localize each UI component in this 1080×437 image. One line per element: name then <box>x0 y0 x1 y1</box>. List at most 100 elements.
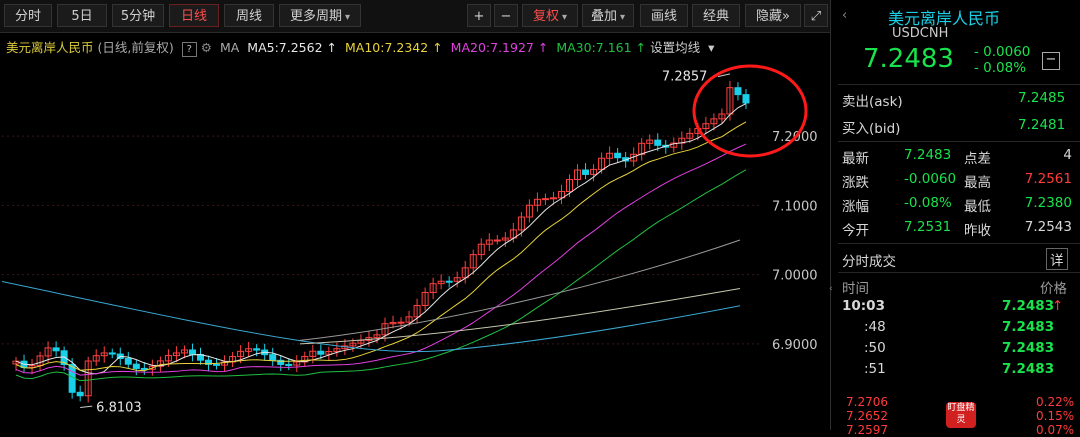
candle-body <box>493 239 501 242</box>
quote-panel: ‹ 美元离岸人民币 USDCNH 7.2483 - 0.0060 - 0.08%… <box>838 0 1080 437</box>
hide-label: 隐藏 <box>756 9 783 24</box>
stat-label: 今开 <box>842 223 869 239</box>
candle-body <box>541 198 549 201</box>
candle-body <box>132 363 140 369</box>
overlay-label: 叠加 <box>590 9 617 24</box>
zoom-out-button[interactable]: − <box>494 4 518 27</box>
fullscreen-icon[interactable]: ⤢ <box>804 4 828 27</box>
overlay-dropdown[interactable]: 叠加 <box>582 4 634 27</box>
stat-label: 最低 <box>964 199 991 215</box>
bid-label: 买入(bid) <box>842 121 901 137</box>
mini-pct: 0.07% <box>1036 423 1075 437</box>
candle-body <box>445 280 453 283</box>
ticks-detail-button[interactable]: 详 <box>1046 248 1068 270</box>
candle-body <box>397 321 405 324</box>
candle-body <box>140 367 148 370</box>
high-label: 7.2857 <box>662 70 708 85</box>
ticks-col-price: 价格 <box>1040 281 1067 297</box>
y-tick-label: 7.1000 <box>772 199 818 214</box>
tick-time: :48 <box>864 319 886 335</box>
ask-value: 7.2485 <box>1018 90 1066 106</box>
stock-chart-app: 分时 5日 5分钟 日线 周线 更多周期 + − 复权 叠加 画线 经典 隐藏»… <box>0 0 1080 437</box>
collapse-left-icon[interactable]: ‹ <box>829 276 837 302</box>
candle-body <box>213 363 221 366</box>
divider <box>838 272 1080 273</box>
mini-price: 7.2597 <box>846 423 888 437</box>
stat-value: -0.0060 <box>904 171 957 187</box>
ma5-line <box>15 103 747 375</box>
ticks-title: 分时成交 <box>842 254 896 270</box>
up-arrow-icon: ↑ <box>1052 298 1064 314</box>
period-tab-intraday[interactable]: 分时 <box>4 4 52 27</box>
candle-body <box>188 349 196 355</box>
divider <box>838 243 1080 244</box>
more-periods-dropdown[interactable]: 更多周期 <box>279 4 361 27</box>
candle-body <box>253 348 261 351</box>
hide-button[interactable]: 隐藏» <box>745 4 801 27</box>
tick-time: :51 <box>864 361 886 377</box>
adjust-dropdown[interactable]: 复权 <box>522 4 578 27</box>
zoom-in-button[interactable]: + <box>467 4 491 27</box>
stat-value: 7.2380 <box>1024 195 1072 211</box>
candle-body <box>285 363 293 366</box>
stat-label: 点差 <box>964 151 991 167</box>
candle-body <box>582 169 590 175</box>
low-pointer <box>80 405 93 409</box>
stat-label: 最高 <box>964 175 991 191</box>
tick-price: 7.2483 <box>1002 319 1055 335</box>
candle-body <box>52 347 60 352</box>
divider <box>838 84 1080 85</box>
draw-line-button[interactable]: 画线 <box>640 4 688 27</box>
tick-price: 7.2483 <box>1002 340 1055 356</box>
tick-price: 7.2483 <box>1002 361 1055 377</box>
ma20-line <box>15 143 747 376</box>
mini-pct: 0.22% <box>1036 395 1075 409</box>
candlestick-chart[interactable]: 7.20007.10007.00006.90007.28576.8103 <box>0 33 830 430</box>
period-tab-daily[interactable]: 日线 <box>169 4 219 27</box>
panel-divider[interactable] <box>830 0 831 430</box>
back-icon[interactable]: ‹ <box>842 8 847 23</box>
ticks-col-time: 时间 <box>842 281 869 297</box>
highlight-circle <box>692 64 808 158</box>
period-tab-5min[interactable]: 5分钟 <box>112 4 164 27</box>
period-tab-5day[interactable]: 5日 <box>57 4 107 27</box>
ma30-line <box>15 169 747 382</box>
minimize-icon[interactable]: − <box>1042 52 1060 70</box>
candle-body <box>317 350 325 355</box>
stat-value: -0.08% <box>904 195 952 211</box>
stat-label: 涨幅 <box>842 199 869 215</box>
forward-icon: » <box>782 9 790 24</box>
stat-value: 7.2561 <box>1024 171 1072 187</box>
ask-label: 卖出(ask) <box>842 94 903 110</box>
y-tick-label: 6.9000 <box>772 338 818 353</box>
period-tab-weekly[interactable]: 周线 <box>224 4 274 27</box>
ma-long-line <box>299 287 741 345</box>
candle-body <box>742 94 750 104</box>
stat-value: 7.2531 <box>904 219 952 235</box>
price-change-pct: - 0.08% <box>974 60 1027 76</box>
tick-price: 7.2483 <box>1002 298 1055 314</box>
ma-long-line <box>1 281 741 353</box>
candle-body <box>269 354 277 361</box>
candle-body <box>734 87 742 96</box>
panel-code: USDCNH <box>892 26 949 41</box>
mini-price: 7.2652 <box>846 409 888 423</box>
candle-body <box>614 152 622 159</box>
stat-label: 涨跌 <box>842 175 869 191</box>
bid-value: 7.2481 <box>1018 117 1066 133</box>
tick-time: :50 <box>864 340 886 356</box>
last-price: 7.2483 <box>863 44 954 74</box>
tick-time: 10:03 <box>842 298 885 314</box>
price-change: - 0.0060 <box>974 44 1031 60</box>
stat-label: 昨收 <box>964 223 991 239</box>
mini-pct: 0.15% <box>1036 409 1075 423</box>
classic-button[interactable]: 经典 <box>692 4 740 27</box>
stat-value: 7.2483 <box>904 147 952 163</box>
chart-toolbar: 分时 5日 5分钟 日线 周线 更多周期 + − 复权 叠加 画线 经典 隐藏»… <box>0 0 830 33</box>
low-label: 6.8103 <box>96 401 142 416</box>
alert-badge[interactable]: 盯盘精灵 <box>946 402 976 428</box>
mini-price: 7.2706 <box>846 395 888 409</box>
y-tick-label: 7.0000 <box>772 269 818 284</box>
stat-value: 7.2543 <box>1024 219 1072 235</box>
candle-body <box>108 352 116 355</box>
